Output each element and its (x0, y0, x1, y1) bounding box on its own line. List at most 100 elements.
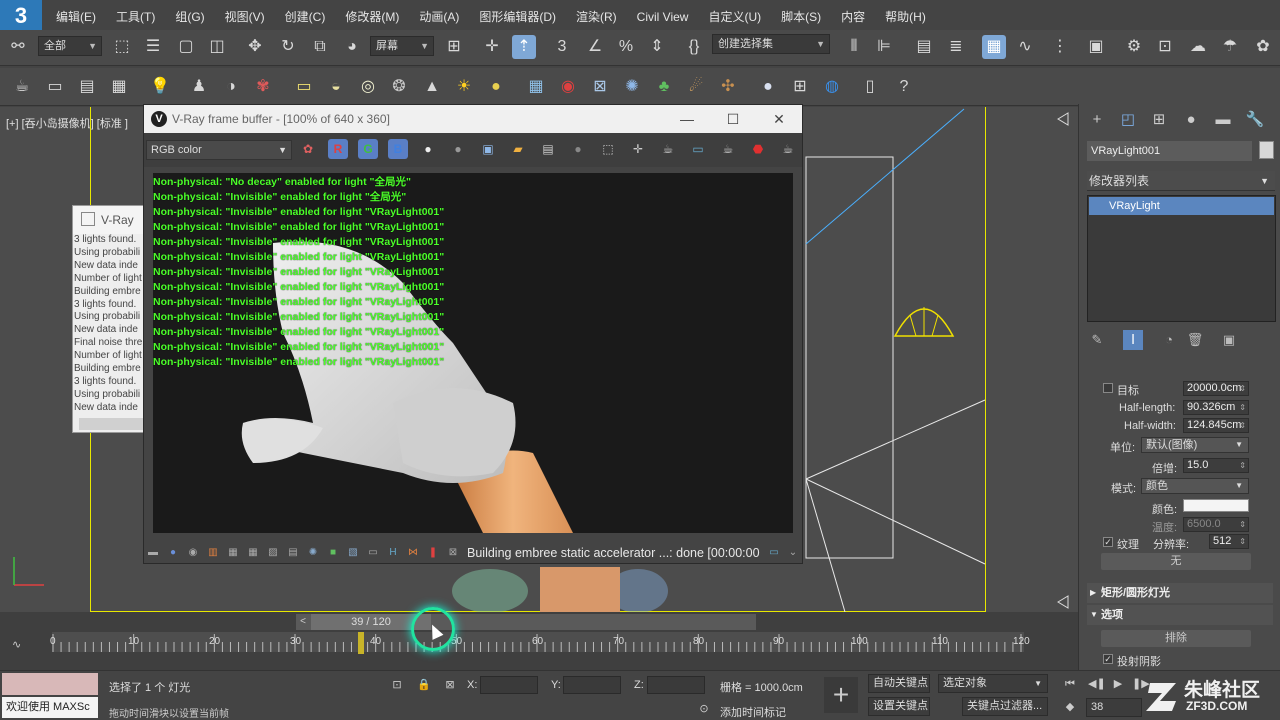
status-icon[interactable]: ▧ (347, 547, 359, 559)
render-icon[interactable]: ☕ (778, 139, 798, 159)
red-channel-button[interactable]: R (328, 139, 348, 159)
interactive-render-icon[interactable]: ☕ (718, 139, 738, 159)
vray-hair-icon[interactable]: ☄ (684, 75, 708, 99)
multiplier-spinner[interactable]: 15.0 ⇕ (1183, 458, 1249, 473)
frame-buffer-icon[interactable]: ▭ (43, 75, 67, 99)
render-image[interactable]: Non-physical: "No decay" enabled for lig… (153, 173, 793, 533)
follow-mouse-icon[interactable]: ⬚ (598, 139, 618, 159)
target-distance-spinner[interactable]: 20000.0cm ⇕ (1183, 381, 1249, 396)
mirror-icon[interactable]: ⫴ (842, 35, 866, 59)
set-key-button[interactable]: 设置关键点 (868, 697, 930, 716)
create-tab-icon[interactable]: + (1085, 108, 1109, 132)
vray-settings-icon[interactable]: ▦ (107, 75, 131, 99)
vray-options-icon[interactable]: ▤ (75, 75, 99, 99)
light-gizmo[interactable] (893, 307, 955, 337)
status-icon[interactable]: ▭ (367, 547, 379, 559)
texture-map-button[interactable]: 无 (1101, 553, 1251, 570)
channel-select[interactable]: RGB color ▼ (146, 140, 292, 160)
window-crossing-icon[interactable]: ◫ (205, 35, 229, 59)
layer-explorer-icon[interactable]: ≣ (944, 35, 968, 59)
rgb-channels-icon[interactable]: ✿ (298, 139, 318, 159)
status-icon[interactable]: ▦ (247, 547, 259, 559)
vfb-title-bar[interactable]: V V-Ray frame buffer - [100% of 640 x 36… (144, 105, 802, 133)
utilities-tab-icon[interactable]: 🔧 (1243, 108, 1267, 132)
save-image-icon[interactable]: ▣ (478, 139, 498, 159)
vray-messages-title[interactable]: V-Ray (73, 206, 151, 234)
time-tag-icon[interactable]: ⊙ (696, 700, 712, 718)
vray-light-plane-icon[interactable]: ▭ (292, 75, 316, 99)
vray-light-mesh-icon[interactable]: ▲ (420, 75, 444, 99)
chevron-down-icon[interactable]: ⌄ (787, 547, 799, 559)
render-cloud-icon[interactable]: ✿ (1251, 35, 1275, 59)
vray-physical-camera-icon[interactable]: ⊠ (588, 75, 612, 99)
target-checkbox[interactable] (1103, 383, 1113, 393)
select-by-name-icon[interactable]: ☰ (141, 35, 165, 59)
horizontal-scrollbar[interactable] (79, 418, 151, 430)
object-name-field[interactable]: VRayLight001 (1087, 141, 1252, 161)
texture-checkbox[interactable]: ✓ (1103, 537, 1113, 547)
play-icon[interactable]: ▶ (1110, 675, 1126, 693)
vray-grass-icon[interactable]: ♣ (652, 75, 676, 99)
align-icon[interactable]: ⊫ (872, 35, 896, 59)
mono-channel-icon[interactable]: ● (448, 139, 468, 159)
menu-create[interactable]: 创建(C) (275, 8, 336, 26)
proxy-icon[interactable]: ♟ (187, 75, 211, 99)
close-button[interactable]: ✕ (756, 105, 802, 133)
place-icon[interactable]: ◕ (340, 35, 364, 59)
absolute-mode-icon[interactable]: ⊠ (442, 676, 458, 694)
key-mode-toggle-icon[interactable]: ◆ (1062, 698, 1078, 716)
vray-ball-icon[interactable]: ◍ (820, 75, 844, 99)
load-image-icon[interactable]: ▰ (508, 139, 528, 159)
vray-material-icon[interactable]: ● (756, 75, 780, 99)
current-frame-field[interactable]: 38 (1086, 698, 1142, 717)
rendered-frame-window-icon[interactable]: ⊡ (1153, 35, 1177, 59)
status-icon[interactable]: ▦ (227, 547, 239, 559)
z-coord-field[interactable] (647, 676, 705, 694)
menu-view[interactable]: 视图(V) (215, 8, 275, 26)
half-width-spinner[interactable]: 124.845cm ⇕ (1183, 418, 1249, 433)
remove-modifier-icon[interactable]: 🗑 (1185, 330, 1205, 350)
rollout-rect-disc-light[interactable]: ▶ 矩形/圆形灯光 (1087, 583, 1273, 603)
status-icon[interactable]: ■ (327, 547, 339, 559)
viewport-arrow-icon[interactable] (1057, 595, 1069, 609)
render-setup-icon[interactable]: ⚙ (1122, 35, 1146, 59)
cast-shadows-checkbox[interactable]: ✓ (1103, 654, 1113, 664)
x-coord-field[interactable] (480, 676, 538, 694)
rect-selection-icon[interactable]: ▢ (174, 35, 198, 59)
menu-animation[interactable]: 动画(A) (409, 8, 469, 26)
vray-sky-icon[interactable]: ● (484, 75, 508, 99)
render-last-icon[interactable]: ☕ (658, 139, 678, 159)
temperature-spinner[interactable]: 6500.0 ⇕ (1183, 517, 1249, 532)
vray-ui-icon[interactable]: ▯ (858, 75, 882, 99)
auto-key-button[interactable]: 自动关键点 (868, 674, 930, 693)
key-mode-dropdown[interactable]: 选定对象 ▼ (938, 674, 1048, 693)
menu-edit[interactable]: 编辑(E) (46, 8, 106, 26)
select-object-icon[interactable]: ⬚ (110, 35, 134, 59)
stop-render-icon[interactable]: ⬣ (748, 139, 768, 159)
vray-convert-icon[interactable]: ⊞ (788, 75, 812, 99)
vray-sun-icon[interactable]: ☀ (452, 75, 476, 99)
menu-graph-editors[interactable]: 图形编辑器(D) (469, 8, 566, 26)
selection-filter-dropdown[interactable]: 全部 ▼ (38, 36, 102, 56)
configure-sets-icon[interactable]: ▣ (1219, 330, 1239, 350)
status-icon[interactable]: ▭ (768, 547, 780, 559)
object-color-swatch[interactable] (1259, 141, 1274, 159)
menu-group[interactable]: 组(G) (165, 8, 214, 26)
y-coord-field[interactable] (563, 676, 621, 694)
keyboard-shortcut-icon[interactable]: ⇡ (512, 35, 536, 59)
status-icon[interactable]: ▥ (207, 547, 219, 559)
mode-dropdown[interactable]: 颜色 ▼ (1141, 478, 1249, 494)
ribbon-toggle-icon[interactable]: ▦ (982, 35, 1006, 59)
scene-explorer-icon[interactable]: ▤ (912, 35, 936, 59)
status-icon[interactable]: ▬ (147, 547, 159, 559)
select-manipulate-icon[interactable]: ✛ (480, 35, 504, 59)
modifier-list-dropdown[interactable]: 修改器列表 ▼ (1087, 171, 1275, 191)
show-end-result-icon[interactable]: Ⅰ (1123, 330, 1143, 350)
percent-snap-icon[interactable]: % (614, 35, 638, 59)
vray-plane-icon[interactable]: ▦ (524, 75, 548, 99)
status-icon[interactable]: ▨ (267, 547, 279, 559)
region-render-icon[interactable]: ✛ (628, 139, 648, 159)
status-icon[interactable]: ▤ (287, 547, 299, 559)
current-frame-marker[interactable] (358, 632, 364, 654)
green-channel-button[interactable]: G (358, 139, 378, 159)
